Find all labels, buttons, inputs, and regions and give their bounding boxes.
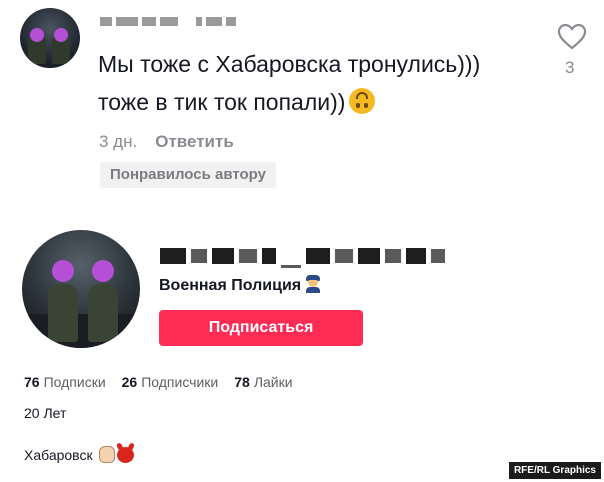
follow-button[interactable]: Подписаться (159, 310, 363, 346)
comment-time: 3 дн. (99, 132, 138, 151)
purple-face-sticker (92, 260, 114, 282)
profile-block: Военная Полиция Подписаться 76 Подписки 2… (0, 222, 604, 482)
profile-stats: 76 Подписки 26 Подписчики 78 Лайки (24, 374, 293, 390)
avatar-vehicle (22, 314, 140, 348)
like-count: 3 (565, 58, 575, 77)
profile-age: 20 Лет (24, 405, 67, 421)
commenter-avatar[interactable] (20, 8, 80, 68)
fist-icon (99, 446, 116, 463)
devil-icon (117, 447, 135, 463)
comment-text-line-2-text: тоже в тик ток попали)) (98, 89, 346, 115)
comment-text-line-2: тоже в тик ток попали)) (98, 88, 376, 116)
profile-city: Хабаровск (24, 446, 135, 463)
commenter-username-blurred[interactable] (100, 14, 300, 28)
profile-username-blurred (160, 244, 460, 268)
purple-face-sticker (54, 28, 68, 42)
profile-bio-title-text: Военная Полиция (159, 277, 302, 294)
comment-meta: 3 дн. Ответить (99, 132, 234, 152)
liked-by-author-badge: Понравилось автору (100, 162, 276, 188)
reply-button[interactable]: Ответить (155, 132, 234, 152)
purple-face-sticker (52, 260, 74, 282)
police-officer-icon (305, 275, 321, 293)
avatar-figure (48, 284, 78, 342)
upside-down-face-icon (349, 88, 376, 114)
profile-bio-title: Военная Полиция (159, 275, 321, 295)
profile-avatar[interactable] (22, 230, 140, 348)
purple-face-sticker (30, 28, 44, 42)
stat-followers[interactable]: 26 Подписчики (122, 374, 219, 390)
stat-following[interactable]: 76 Подписки (24, 374, 106, 390)
stat-likes: 78 Лайки (234, 374, 293, 390)
comment-block: Мы тоже с Хабаровска тронулись))) тоже в… (0, 0, 604, 200)
image-credit: RFE/RL Graphics (508, 462, 601, 479)
profile-city-text: Хабаровск (24, 447, 93, 463)
avatar-figure (88, 284, 118, 342)
comment-text-line-1: Мы тоже с Хабаровска тронулись))) (98, 51, 481, 77)
heart-icon[interactable] (558, 24, 586, 50)
